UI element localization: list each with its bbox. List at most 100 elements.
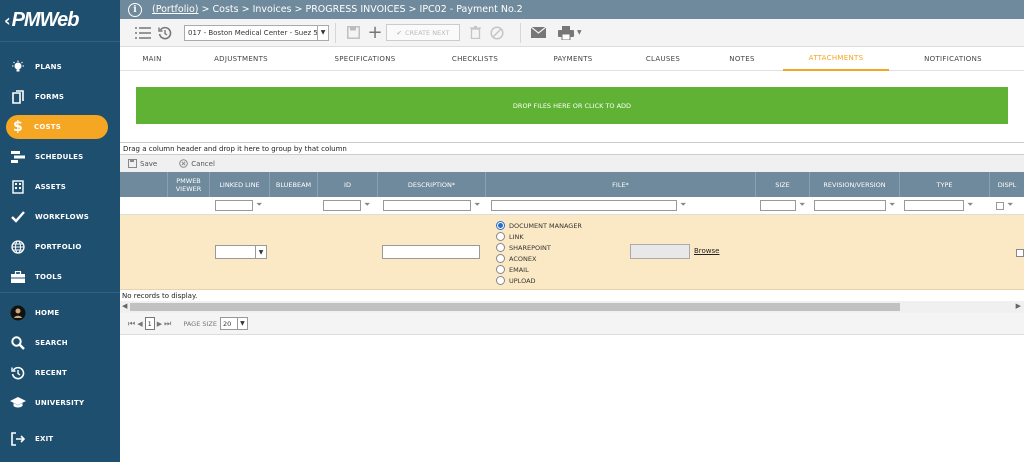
column-header-id[interactable]: ID	[318, 172, 378, 197]
globe-icon	[10, 239, 26, 255]
sidebar-item-exit[interactable]: EXIT	[0, 426, 120, 452]
breadcrumb-portfolio-link[interactable]: (Portfolio)	[152, 4, 199, 15]
radio-selected[interactable]	[496, 221, 505, 230]
scrollbar-thumb[interactable]	[130, 303, 900, 311]
trash-icon[interactable]	[464, 22, 486, 44]
save-icon[interactable]	[342, 22, 364, 44]
column-header-description[interactable]: DESCRIPTION*	[378, 172, 486, 197]
filter-icon[interactable]: ⏷	[256, 200, 262, 210]
sidebar-item-label: PORTFOLIO	[35, 243, 82, 251]
sidebar-item-costs[interactable]: $ COSTS	[6, 115, 108, 139]
create-next-button[interactable]: ✔ CREATE NEXT	[386, 24, 460, 41]
avatar-icon	[10, 305, 26, 321]
last-page-icon[interactable]: ⏭	[164, 319, 171, 329]
sidebar-item-portfolio[interactable]: PORTFOLIO	[0, 234, 120, 260]
page-size-select[interactable]: 20 ▼	[219, 317, 248, 330]
file-source-option[interactable]: UPLOAD	[496, 275, 536, 286]
scroll-left-icon[interactable]: ◀	[122, 302, 127, 310]
cancel-button[interactable]: Cancel	[179, 159, 215, 168]
info-icon[interactable]: i	[128, 2, 142, 17]
filter-input-description[interactable]	[383, 200, 471, 211]
filter-icon[interactable]: ⏷	[799, 200, 805, 210]
file-source-option[interactable]: ACONEX	[496, 253, 536, 264]
filter-icon[interactable]: ⏷	[680, 200, 686, 210]
file-drop-zone[interactable]: DROP FILES HERE OR CLICK TO ADD	[136, 87, 1008, 124]
sidebar-item-plans[interactable]: PLANS	[0, 54, 120, 80]
browse-link[interactable]: Browse	[694, 247, 720, 255]
filter-icon[interactable]: ⏷	[889, 200, 895, 210]
column-header-display[interactable]: DISPL	[990, 172, 1024, 197]
sidebar-item-schedules[interactable]: SCHEDULES	[0, 144, 120, 170]
history-icon[interactable]	[154, 22, 176, 44]
project-select[interactable]: 017 - Boston Medical Center - Suez 5 ▼	[184, 24, 329, 41]
next-page-icon[interactable]: ▶	[157, 320, 162, 328]
sidebar-item-home[interactable]: HOME	[0, 300, 120, 326]
linked-line-select[interactable]: ▼	[215, 245, 267, 259]
radio[interactable]	[496, 254, 505, 263]
print-dropdown-icon[interactable]: ▼	[577, 29, 582, 36]
tab-notifications[interactable]: NOTIFICATIONS	[918, 47, 988, 71]
tab-notes[interactable]: NOTES	[721, 47, 763, 71]
column-header-size[interactable]: SIZE	[756, 172, 810, 197]
save-button[interactable]: Save	[128, 159, 157, 168]
radio[interactable]	[496, 265, 505, 274]
email-icon[interactable]	[527, 22, 549, 44]
list-icon[interactable]	[132, 22, 154, 44]
sidebar-item-workflows[interactable]: WORKFLOWS	[0, 204, 120, 230]
filter-input-file[interactable]	[491, 200, 677, 211]
pmweb-logo[interactable]: ‹ PMWeb	[0, 0, 120, 42]
tab-checklists[interactable]: CHECKLISTS	[445, 47, 505, 71]
tab-payments[interactable]: PAYMENTS	[545, 47, 601, 71]
file-source-option[interactable]: LINK	[496, 231, 524, 242]
cancel-icon[interactable]	[486, 22, 508, 44]
column-header-file[interactable]: FILE*	[486, 172, 756, 197]
filter-input-revision[interactable]	[814, 200, 886, 211]
column-header-bluebeam[interactable]: BLUEBEAM	[270, 172, 318, 197]
file-source-option[interactable]: DOCUMENT MANAGER	[496, 220, 582, 231]
sidebar-item-tools[interactable]: TOOLS	[0, 264, 120, 290]
print-icon[interactable]	[555, 22, 577, 44]
sidebar-item-recent[interactable]: RECENT	[0, 360, 120, 386]
filter-icon[interactable]: ⏷	[474, 200, 480, 210]
chevron-down-icon: ▼	[236, 318, 247, 329]
sidebar-item-assets[interactable]: ASSETS	[0, 174, 120, 200]
sidebar-item-university[interactable]: UNIVERSITY	[0, 390, 120, 416]
file-source-option[interactable]: SHAREPOINT	[496, 242, 551, 253]
horizontal-scrollbar[interactable]: ◀ ▶	[120, 301, 1024, 313]
filter-input-linked-line[interactable]	[215, 200, 253, 211]
radio[interactable]	[496, 232, 505, 241]
description-input[interactable]	[382, 245, 480, 259]
radio[interactable]	[496, 243, 505, 252]
filter-icon[interactable]: ⏷	[1007, 200, 1013, 210]
sidebar-item-label: FORMS	[35, 93, 65, 101]
filter-icon[interactable]: ⏷	[364, 200, 370, 210]
radio[interactable]	[496, 276, 505, 285]
filter-input-id[interactable]	[323, 200, 361, 211]
column-header-type[interactable]: TYPE	[900, 172, 990, 197]
first-page-icon[interactable]: ⏮	[128, 319, 135, 329]
column-header-blank	[120, 172, 168, 197]
sidebar-item-search[interactable]: SEARCH	[0, 330, 120, 356]
prev-page-icon[interactable]: ◀	[137, 320, 142, 328]
current-page[interactable]: 1	[144, 317, 155, 330]
file-source-option[interactable]: EMAIL	[496, 264, 529, 275]
file-path-input[interactable]	[630, 244, 690, 259]
filter-icon[interactable]: ⏷	[967, 200, 973, 210]
filter-checkbox-display[interactable]	[996, 202, 1004, 210]
tab-attachments[interactable]: ATTACHMENTS	[783, 47, 889, 71]
add-icon[interactable]: +	[364, 22, 386, 44]
column-header-pmweb-viewer[interactable]: PMWEB VIEWER	[168, 172, 210, 197]
tab-specifications[interactable]: SPECIFICATIONS	[325, 47, 405, 71]
scroll-right-icon[interactable]: ▶	[1016, 302, 1021, 310]
tab-clauses[interactable]: CLAUSES	[637, 47, 689, 71]
tab-adjustments[interactable]: ADJUSTMENTS	[205, 47, 277, 71]
filter-input-size[interactable]	[760, 200, 796, 211]
column-header-revision[interactable]: REVISION/VERSION	[810, 172, 900, 197]
tab-main[interactable]: MAIN	[132, 47, 172, 71]
display-checkbox[interactable]	[1016, 249, 1024, 257]
column-header-linked-line[interactable]: LINKED LINE	[210, 172, 270, 197]
cancel-icon	[179, 159, 188, 168]
sidebar-item-forms[interactable]: FORMS	[0, 84, 120, 110]
breadcrumb-bar: i (Portfolio) > Costs > Invoices > PROGR…	[120, 0, 1024, 19]
filter-input-type[interactable]	[904, 200, 964, 211]
